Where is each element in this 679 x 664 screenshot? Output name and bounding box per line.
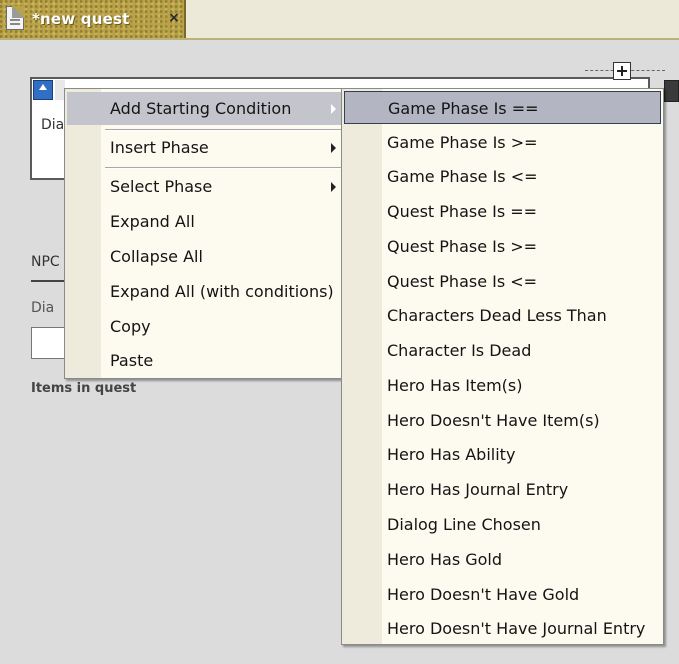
- submenu-item-characters-dead-less-than[interactable]: Characters Dead Less Than: [344, 299, 661, 332]
- tab-strip: *new quest ×: [0, 0, 679, 40]
- submenu-item-game-phase-lte[interactable]: Game Phase Is <=: [344, 160, 661, 193]
- menu-item-label: Select Phase: [110, 177, 213, 196]
- menu-item-label: Quest Phase Is >=: [387, 237, 538, 256]
- submenu-item-hero-has-journal-entry[interactable]: Hero Has Journal Entry: [344, 473, 661, 506]
- submenu-item-game-phase-eq[interactable]: Game Phase Is ==: [344, 91, 661, 124]
- menu-item-label: Game Phase Is ==: [388, 99, 539, 118]
- menu-item-label: Character Is Dead: [387, 341, 532, 360]
- menu-item-select-phase[interactable]: Select Phase: [67, 170, 344, 203]
- submenu-item-quest-phase-eq[interactable]: Quest Phase Is ==: [344, 195, 661, 228]
- plus-box-icon[interactable]: [613, 62, 631, 80]
- submenu-item-hero-has-ability[interactable]: Hero Has Ability: [344, 438, 661, 471]
- phase-node-icon[interactable]: [33, 80, 53, 100]
- menu-item-label: Game Phase Is <=: [387, 167, 538, 186]
- submenu-item-game-phase-gte[interactable]: Game Phase Is >=: [344, 126, 661, 159]
- dialog-field[interactable]: [31, 327, 67, 359]
- menu-item-copy[interactable]: Copy: [67, 310, 344, 343]
- submenu-item-hero-doesnt-have-journal-entry[interactable]: Hero Doesn't Have Journal Entry: [344, 612, 661, 645]
- close-icon[interactable]: ×: [166, 9, 182, 27]
- scroll-button[interactable]: [664, 80, 679, 102]
- submenu-item-character-is-dead[interactable]: Character Is Dead: [344, 334, 661, 367]
- menu-item-label: Hero Has Journal Entry: [387, 480, 569, 499]
- menu-item-label: Add Starting Condition: [110, 99, 292, 118]
- menu-separator: [105, 167, 342, 169]
- submenu-item-dialog-line-chosen[interactable]: Dialog Line Chosen: [344, 508, 661, 541]
- menu-item-label: Hero Has Item(s): [387, 376, 523, 395]
- menu-item-label: Quest Phase Is <=: [387, 272, 538, 291]
- menu-item-label: Quest Phase Is ==: [387, 202, 538, 221]
- menu-item-expand-all-with-conditions[interactable]: Expand All (with conditions): [67, 275, 344, 308]
- menu-item-expand-all[interactable]: Expand All: [67, 205, 344, 238]
- submenu-item-hero-has-items[interactable]: Hero Has Item(s): [344, 369, 661, 402]
- npc-label: NPC: [31, 254, 60, 270]
- chevron-right-icon: [331, 104, 336, 114]
- submenu-item-hero-has-gold[interactable]: Hero Has Gold: [344, 543, 661, 576]
- menu-item-label: Copy: [110, 317, 151, 336]
- items-in-quest-label: Items in quest: [31, 381, 137, 396]
- menu-item-add-starting-condition[interactable]: Add Starting Condition: [67, 92, 344, 125]
- menu-item-label: Hero Doesn't Have Journal Entry: [387, 619, 646, 638]
- menu-item-label: Expand All (with conditions): [110, 282, 334, 301]
- menu-item-label: Hero Doesn't Have Gold: [387, 585, 580, 604]
- starting-condition-submenu: Game Phase Is == Game Phase Is >= Game P…: [341, 88, 664, 645]
- menu-item-label: Hero Doesn't Have Item(s): [387, 411, 600, 430]
- tab-new-quest[interactable]: *new quest ×: [0, 0, 186, 38]
- menu-item-collapse-all[interactable]: Collapse All: [67, 240, 344, 273]
- panel-item-text: Dia: [41, 117, 65, 133]
- tab-title: *new quest: [32, 10, 130, 28]
- menu-item-paste[interactable]: Paste: [67, 344, 344, 377]
- menu-item-label: Collapse All: [110, 247, 203, 266]
- document-icon: [6, 6, 24, 30]
- menu-item-label: Dialog Line Chosen: [387, 515, 541, 534]
- submenu-item-quest-phase-gte[interactable]: Quest Phase Is >=: [344, 230, 661, 263]
- chevron-right-icon: [331, 143, 336, 153]
- dialog-label: Dia: [31, 300, 55, 316]
- submenu-item-hero-doesnt-have-gold[interactable]: Hero Doesn't Have Gold: [344, 578, 661, 611]
- menu-item-label: Expand All: [110, 212, 195, 231]
- menu-item-label: Hero Has Ability: [387, 445, 516, 464]
- menu-item-label: Hero Has Gold: [387, 550, 503, 569]
- submenu-item-hero-doesnt-have-items[interactable]: Hero Doesn't Have Item(s): [344, 404, 661, 437]
- menu-item-label: Game Phase Is >=: [387, 133, 538, 152]
- menu-item-label: Characters Dead Less Than: [387, 306, 607, 325]
- menu-item-label: Insert Phase: [110, 138, 209, 157]
- context-menu: Add Starting Condition Insert Phase Sele…: [64, 88, 347, 379]
- menu-item-insert-phase[interactable]: Insert Phase: [67, 131, 344, 164]
- submenu-item-quest-phase-lte[interactable]: Quest Phase Is <=: [344, 265, 661, 298]
- menu-item-label: Paste: [110, 351, 154, 370]
- section-divider: [31, 280, 67, 282]
- chevron-right-icon: [331, 182, 336, 192]
